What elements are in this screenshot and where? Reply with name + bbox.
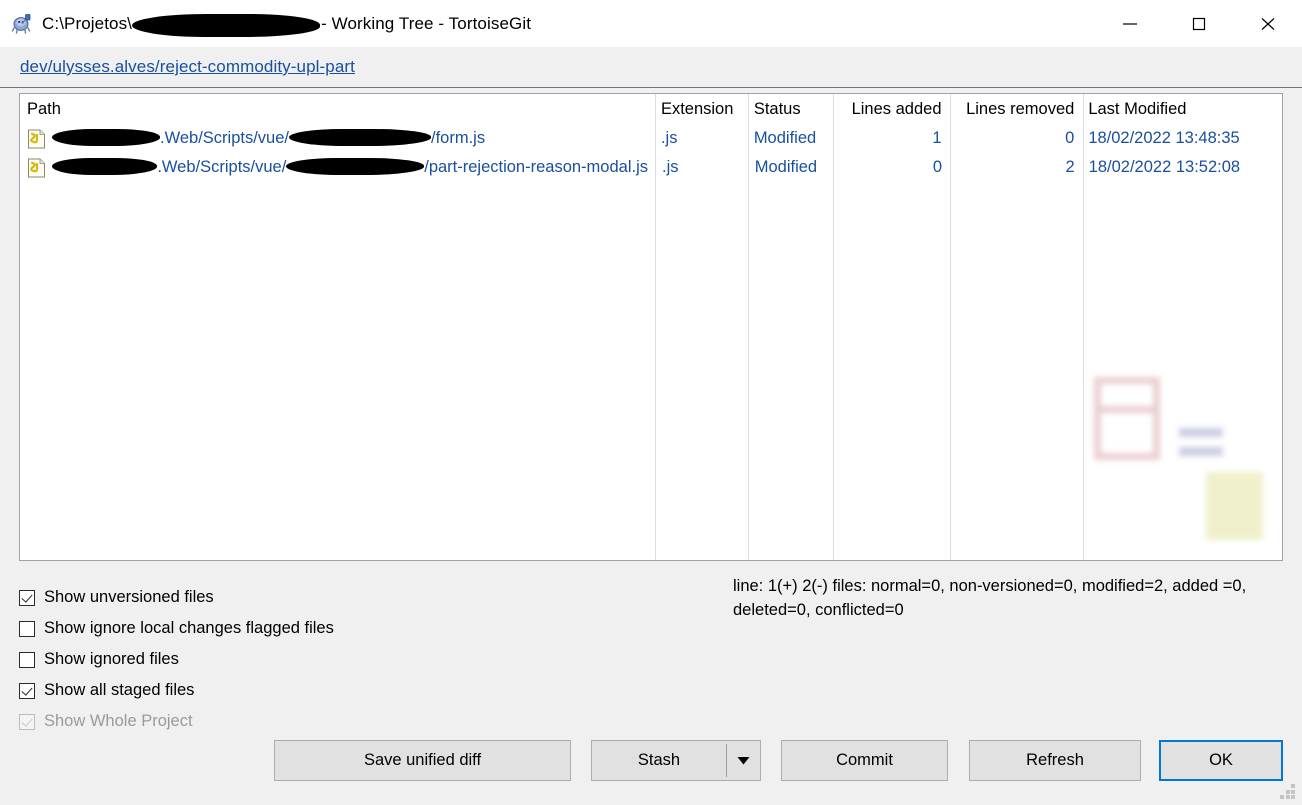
table-row[interactable]: .Web/Scripts/vue/ /part-rejection-reason-… [20,153,1282,182]
window-controls [1095,0,1302,47]
option-show-ignore-local-changes-flagged-files[interactable]: Show ignore local changes flagged files [19,613,579,644]
tortoisegit-turtle-icon [10,13,34,37]
column-header-extension[interactable]: Extension [654,100,747,119]
column-header-lines-removed[interactable]: Lines removed [949,100,1082,119]
table-row[interactable]: .Web/Scripts/vue/ /form.js .js Modified 1… [20,124,1282,153]
close-button[interactable] [1233,0,1302,47]
last-modified-cell: 18/02/2022 13:52:08 [1088,158,1241,176]
checkbox-show-ignored-files[interactable] [19,651,35,668]
file-path-segment-1: .Web/Scripts/vue/ [160,129,289,147]
file-status-cell: Modified [753,129,817,147]
file-list-header: Path Extension Status Lines added Lines … [20,94,1282,124]
checkbox-show-ignore-local-changes-flagged-files[interactable] [19,620,35,637]
options-list: Show unversioned files Show ignore local… [19,582,579,737]
column-header-lines-added[interactable]: Lines added [832,100,949,119]
file-path-segment-1: .Web/Scripts/vue/ [157,158,287,176]
option-show-whole-project: Show Whole Project [19,706,579,737]
checkbox-show-all-staged-files[interactable] [19,682,35,699]
minimize-button[interactable] [1095,0,1164,47]
status-summary-text: line: 1(+) 2(-) files: normal=0, non-ver… [733,577,1247,619]
column-header-status[interactable]: Status [747,100,832,119]
save-unified-diff-button[interactable]: Save unified diff [274,740,571,781]
checkbox-show-unversioned-files[interactable] [19,589,35,606]
window-title: C:\Projetos\ - Working Tree - TortoiseGit [42,12,532,37]
lines-added-cell: 0 [932,158,943,176]
file-extension-cell: .js [660,129,678,147]
redaction-bar-title [132,14,321,37]
option-show-ignored-files[interactable]: Show ignored files [19,644,579,675]
refresh-button[interactable]: Refresh [969,740,1141,781]
javascript-file-icon [27,158,46,178]
checkbox-show-whole-project [19,713,35,730]
chevron-down-icon[interactable] [727,756,760,765]
dialog-button-bar: Save unified diff Stash Commit Refresh O… [0,740,1302,782]
option-label: Show ignore local changes flagged files [44,619,334,637]
redaction-bar-path-prefix [52,129,160,146]
option-show-all-staged-files[interactable]: Show all staged files [19,675,579,706]
column-header-path[interactable]: Path [20,100,654,119]
maximize-button[interactable] [1164,0,1233,47]
lines-removed-cell: 2 [1065,158,1075,176]
file-path-segment-2: /form.js [431,129,486,147]
window-title-prefix: C:\Projetos\ [42,13,133,33]
window-title-suffix: - Working Tree - TortoiseGit [321,13,532,33]
lines-removed-cell: 0 [1065,129,1075,147]
option-label: Show Whole Project [44,712,193,730]
title-bar: C:\Projetos\ - Working Tree - TortoiseGit [0,0,1302,47]
javascript-file-icon [27,129,46,149]
option-label: Show ignored files [44,650,179,668]
file-path-cell: .Web/Scripts/vue/ /form.js [20,129,654,149]
last-modified-cell: 18/02/2022 13:48:35 [1088,129,1240,147]
commit-button[interactable]: Commit [781,740,948,781]
option-show-unversioned-files[interactable]: Show unversioned files [19,582,579,613]
ok-button[interactable]: OK [1159,740,1283,781]
file-list-panel[interactable]: Path Extension Status Lines added Lines … [19,93,1283,561]
lines-added-cell: 1 [932,129,942,147]
stash-split-button[interactable]: Stash [591,740,761,781]
file-status-cell: Modified [754,158,818,176]
option-label: Show unversioned files [44,588,214,606]
file-path-cell: .Web/Scripts/vue/ /part-rejection-reason-… [20,158,655,178]
branch-link[interactable]: dev/ulysses.alves/reject-commodity-upl-p… [20,57,355,77]
file-path-segment-2: /part-rejection-reason-modal.js [424,158,648,176]
branch-bar: dev/ulysses.alves/reject-commodity-upl-p… [0,47,1302,88]
option-label: Show all staged files [44,681,195,699]
resize-grip[interactable] [1280,784,1295,799]
stash-button-label[interactable]: Stash [592,751,726,770]
redaction-bar-path-middle [289,129,431,146]
column-header-last-modified[interactable]: Last Modified [1081,100,1282,119]
redaction-bar-path-prefix [52,158,158,175]
file-extension-cell: .js [662,158,679,176]
redaction-bar-path-middle [286,158,425,175]
background-watermark-graphic [1078,368,1278,558]
